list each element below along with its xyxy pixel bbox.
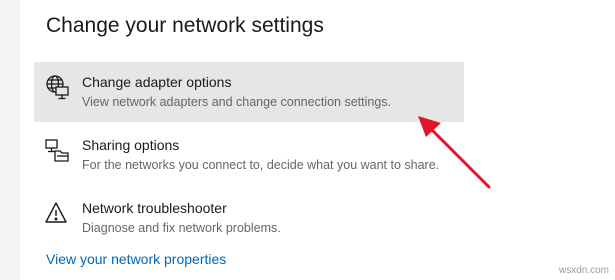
option-description: Diagnose and fix network problems.: [82, 221, 281, 235]
view-network-properties-link[interactable]: View your network properties: [46, 251, 226, 267]
page-title: Change your network settings: [46, 14, 324, 37]
sharing-options-button[interactable]: Sharing options For the networks you con…: [34, 125, 464, 185]
change-adapter-options-button[interactable]: Change adapter options View network adap…: [34, 62, 464, 122]
option-description: View network adapters and change connect…: [82, 95, 391, 109]
option-title: Change adapter options: [82, 74, 232, 90]
option-description: For the networks you connect to, decide …: [82, 158, 440, 172]
network-troubleshooter-button[interactable]: Network troubleshooter Diagnose and fix …: [34, 188, 464, 248]
left-panel-edge: [0, 0, 20, 280]
warning-icon: [44, 200, 70, 226]
option-title: Sharing options: [82, 137, 180, 153]
network-settings-page: Change your network settings Change adap…: [0, 0, 615, 280]
globe-monitor-icon: [44, 74, 70, 100]
watermark: wsxdn.com: [558, 265, 609, 276]
sharing-icon: [44, 137, 70, 163]
option-title: Network troubleshooter: [82, 200, 227, 216]
